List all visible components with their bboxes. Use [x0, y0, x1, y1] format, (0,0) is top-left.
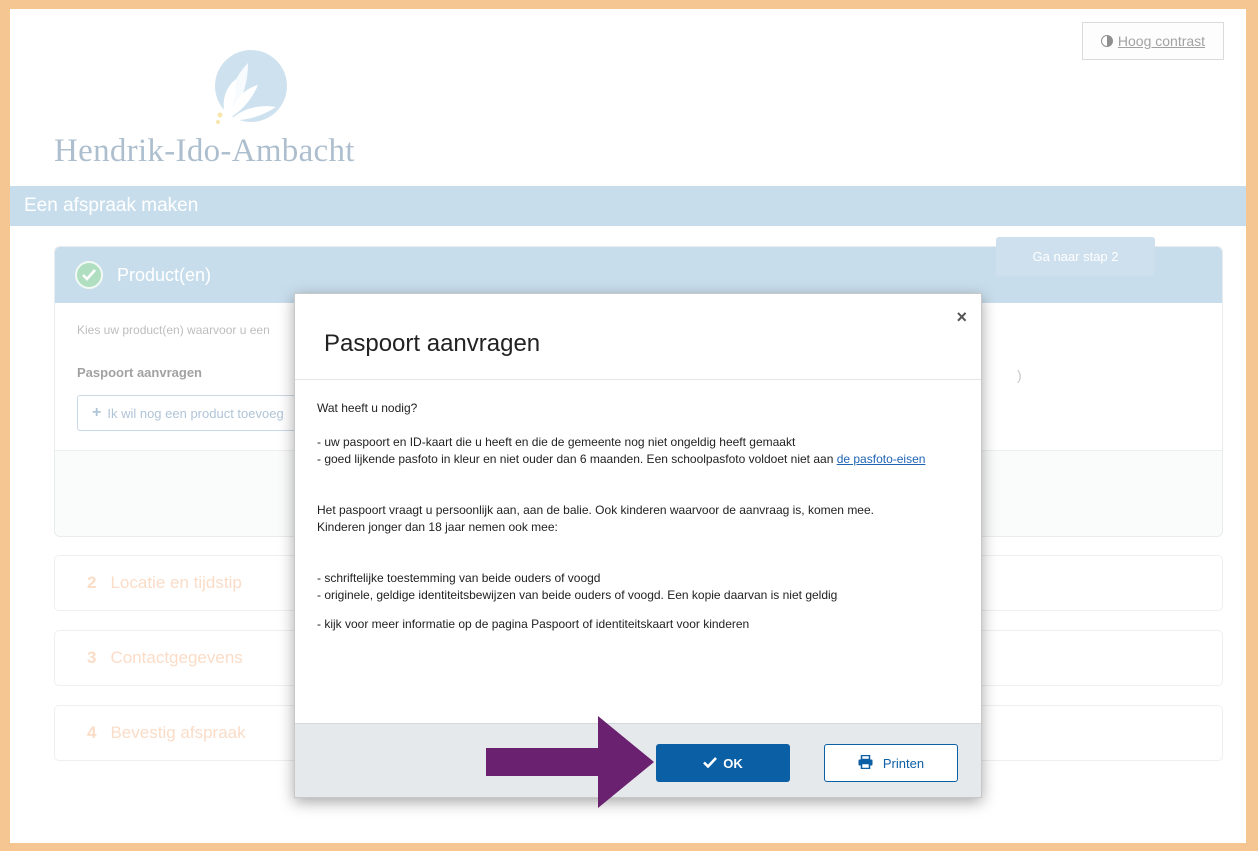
dialog-header: Paspoort aanvragen ×	[295, 294, 981, 380]
dialog-title: Paspoort aanvragen	[324, 330, 541, 357]
photo-requirements-link[interactable]: de pasfoto-eisen	[837, 452, 926, 466]
info-paragraph: Kinderen jonger dan 18 jaar nemen ook me…	[317, 520, 558, 534]
close-icon[interactable]: ×	[956, 307, 967, 328]
need-item: - goed lijkende pasfoto in kleur en niet…	[317, 451, 959, 468]
pointer-arrow-icon	[486, 716, 654, 808]
printer-icon	[858, 754, 873, 772]
needs-question: Wat heeft u nodig?	[317, 401, 418, 415]
more-info-text: - kijk voor meer informatie op de pagina…	[317, 617, 750, 631]
info-paragraph: Het paspoort vraagt u persoonlijk aan, a…	[317, 503, 874, 517]
dialog-body: Wat heeft u nodig? - uw paspoort en ID-k…	[295, 380, 981, 723]
ok-button[interactable]: OK	[656, 744, 790, 782]
need-item: - uw paspoort en ID-kaart die u heeft en…	[317, 435, 796, 449]
page-frame: Hoog contrast Hendrik-Ido-Ambacht Een af…	[10, 9, 1246, 843]
print-button[interactable]: Printen	[824, 744, 958, 782]
need-item-text: - goed lijkende pasfoto in kleur en niet…	[317, 452, 837, 466]
checkmark-icon	[703, 756, 718, 771]
ok-label: OK	[723, 755, 743, 771]
child-requirement: - originele, geldige identiteitsbewijzen…	[317, 588, 838, 602]
print-label: Printen	[882, 755, 925, 771]
child-requirement: - schriftelijke toestemming van beide ou…	[317, 571, 601, 585]
